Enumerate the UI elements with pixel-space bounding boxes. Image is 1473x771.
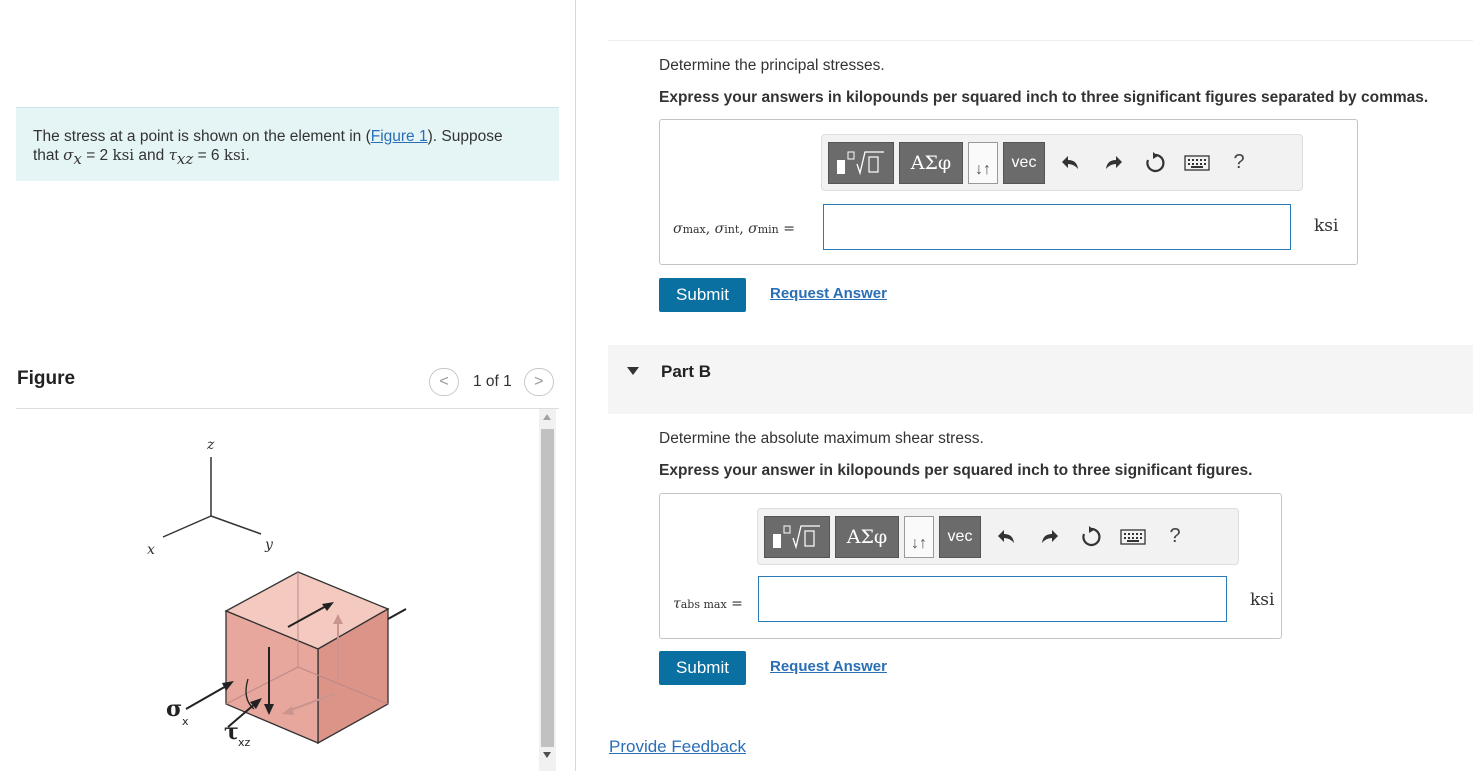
y-axis xyxy=(210,515,262,535)
tau-xz-sub: xz xyxy=(238,736,251,749)
redo-icon[interactable] xyxy=(1092,142,1134,184)
part-a-request-answer-link[interactable]: Request Answer xyxy=(770,285,887,302)
right-pane: Determine the principal stresses. Expres… xyxy=(576,0,1473,771)
x-axis xyxy=(162,515,212,538)
collapse-caret-icon xyxy=(627,367,639,375)
greek-symbols-button[interactable]: ΑΣφ xyxy=(899,141,963,184)
chevron-right-icon: > xyxy=(534,373,544,390)
sigma-x-sub: x xyxy=(182,715,189,728)
sigma-value: = 2 xyxy=(81,147,109,164)
templates-button-b[interactable] xyxy=(764,515,830,558)
sep-1: , xyxy=(705,221,715,237)
sigma-symbol: σ xyxy=(63,146,74,164)
greek-symbols-button-b[interactable]: ΑΣφ xyxy=(835,515,899,558)
vector-button-b[interactable]: vec xyxy=(939,515,981,558)
tau-value: = 6 xyxy=(193,147,220,164)
next-figure-button[interactable]: > xyxy=(523,368,554,396)
subscript-superscript-button[interactable]: ↓↑ xyxy=(968,141,998,184)
sigma-symbol-3: σ xyxy=(748,221,758,237)
sub-int: int xyxy=(724,223,740,236)
part-a-answer-box: ΑΣφ ↓↑ vec ? σmax, σint, σmin = ksi xyxy=(659,119,1358,265)
axis-y-label: y xyxy=(264,537,274,553)
and-text: and xyxy=(134,147,169,164)
part-b-title: Part B xyxy=(661,362,712,381)
part-b-answer-box: ΑΣφ ↓↑ vec ? τabs max = ksi xyxy=(659,493,1282,639)
scroll-up-icon[interactable] xyxy=(543,414,551,420)
figure-link[interactable]: Figure 1 xyxy=(371,128,428,145)
sub-min: min xyxy=(757,223,779,236)
figure-title: Figure xyxy=(17,368,76,389)
part-b-prompt: Determine the absolute maximum shear str… xyxy=(659,430,984,447)
redo-icon[interactable] xyxy=(1028,516,1070,558)
normal-stress-arrow-right xyxy=(387,608,407,620)
tau-symbol: τ xyxy=(673,596,681,612)
part-b-submit-button[interactable]: Submit xyxy=(659,651,746,685)
reset-icon[interactable] xyxy=(1070,516,1112,558)
part-a-math-toolbar: ΑΣφ ↓↑ vec ? xyxy=(821,134,1303,191)
undo-icon[interactable] xyxy=(986,516,1028,558)
sigma-symbol: σ xyxy=(673,221,683,237)
keyboard-icon[interactable] xyxy=(1112,516,1154,558)
period: . xyxy=(245,147,250,164)
equals-sign: = xyxy=(778,221,795,237)
part-b-math-toolbar: ΑΣφ ↓↑ vec ? xyxy=(757,508,1239,565)
keyboard-icon[interactable] xyxy=(1176,142,1218,184)
top-rule xyxy=(608,40,1473,41)
subscript-superscript-button-b[interactable]: ↓↑ xyxy=(904,515,934,558)
part-b-answer-label: τabs max = xyxy=(673,596,743,612)
part-a-answer-input[interactable] xyxy=(823,204,1291,250)
sigma-x-label: σ xyxy=(166,696,182,722)
unit-ksi-2: ksi xyxy=(223,146,246,164)
part-a-submit-button[interactable]: Submit xyxy=(659,278,746,312)
problem-text: The stress at a point is shown on the el… xyxy=(33,128,371,145)
axis-z-label: z xyxy=(206,437,215,453)
scroll-down-icon[interactable] xyxy=(543,752,551,758)
axis-x-label: x xyxy=(147,542,155,558)
tau-xz-label: τ xyxy=(224,719,239,745)
reset-icon[interactable] xyxy=(1134,142,1176,184)
part-a-prompt: Determine the principal stresses. xyxy=(659,57,885,74)
templates-icon xyxy=(837,150,884,175)
problem-text-2: ). Suppose xyxy=(427,128,503,145)
part-a-instruction: Express your answers in kilopounds per s… xyxy=(659,89,1429,106)
part-b-instruction: Express your answer in kilopounds per sq… xyxy=(659,462,1253,479)
templates-button[interactable] xyxy=(828,141,894,184)
figure-page-count: 1 of 1 xyxy=(473,373,512,390)
chevron-left-icon: < xyxy=(439,373,449,390)
problem-text-3: that xyxy=(33,147,59,164)
normal-stress-arrow-left xyxy=(185,684,229,710)
sub-max: max xyxy=(682,223,706,236)
prev-figure-button[interactable]: < xyxy=(429,368,459,396)
sigma-symbol-2: σ xyxy=(714,221,725,237)
sigma-sub: x xyxy=(73,150,82,169)
part-b-unit: ksi xyxy=(1250,590,1275,610)
provide-feedback-link[interactable]: Provide Feedback xyxy=(609,737,746,757)
part-b-request-answer-link[interactable]: Request Answer xyxy=(770,658,887,675)
equals-sign-b: = xyxy=(726,596,743,612)
sub-abs-max: abs max xyxy=(680,598,727,611)
problem-statement: The stress at a point is shown on the el… xyxy=(16,107,559,181)
part-b-answer-input[interactable] xyxy=(758,576,1227,622)
scroll-thumb[interactable] xyxy=(541,429,554,747)
templates-icon xyxy=(773,524,820,549)
stress-element-diagram: z x y σ x τ xz xyxy=(147,437,407,749)
figure-pager: < 1 of 1 > xyxy=(429,368,554,396)
help-button-b[interactable]: ? xyxy=(1154,516,1196,558)
undo-icon[interactable] xyxy=(1050,142,1092,184)
part-b-header[interactable]: Part B xyxy=(608,345,1473,414)
help-button[interactable]: ? xyxy=(1218,142,1260,184)
part-a-answer-label: σmax, σint, σmin = xyxy=(673,221,795,237)
figure-image: z x y σ x τ xz xyxy=(16,409,539,771)
sep-2: , xyxy=(739,221,749,237)
figure-scrollbar[interactable] xyxy=(539,409,556,771)
unit-ksi-1: ksi xyxy=(112,146,135,164)
vector-button[interactable]: vec xyxy=(1003,141,1045,184)
part-a-unit: ksi xyxy=(1314,216,1339,236)
tau-sub: xz xyxy=(176,150,194,169)
tau-symbol: τ xyxy=(168,146,177,164)
left-pane: The stress at a point is shown on the el… xyxy=(0,0,576,771)
